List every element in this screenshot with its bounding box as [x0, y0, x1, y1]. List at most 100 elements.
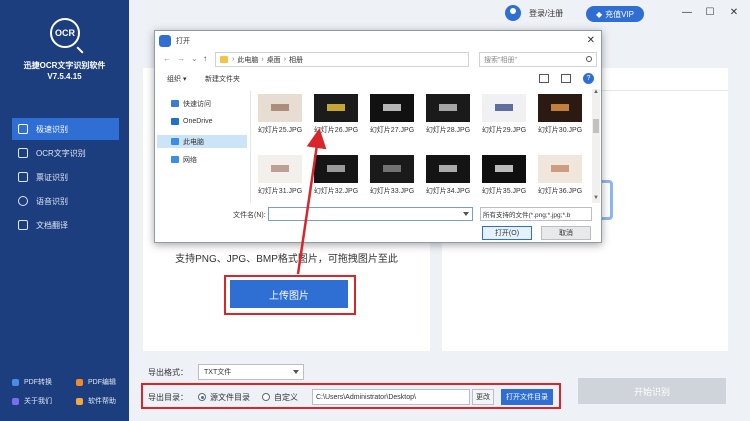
- file-name: 幻灯片25.JPG: [257, 127, 303, 134]
- nav-network[interactable]: 网络: [157, 153, 247, 166]
- file-item[interactable]: 幻灯片33.JPG: [367, 151, 417, 199]
- crumb-separator: ›: [261, 56, 264, 63]
- file-name: 幻灯片30.JPG: [537, 127, 583, 134]
- help-link[interactable]: 软件帮助: [76, 396, 116, 406]
- export-format-select[interactable]: TXT文件: [198, 364, 304, 380]
- dialog-open-button[interactable]: 打开(O): [482, 226, 532, 240]
- file-item[interactable]: 幻灯片32.JPG: [311, 151, 361, 199]
- maximize-button[interactable]: ☐: [705, 8, 715, 18]
- file-item[interactable]: 幻灯片34.JPG: [423, 151, 473, 199]
- export-format-label: 导出格式：: [148, 368, 188, 377]
- search-placeholder: 搜索"相册": [484, 56, 517, 64]
- thumbnail-detail: [495, 164, 513, 172]
- sidebar-item-ticket[interactable]: 票证识别: [12, 166, 119, 188]
- dialog-close-button[interactable]: ✕: [587, 35, 595, 46]
- help-icon[interactable]: ?: [583, 73, 594, 84]
- file-item[interactable]: 幻灯片36.JPG: [535, 151, 585, 199]
- dialog-titlebar[interactable]: 打开 ✕: [155, 31, 601, 51]
- image-thumbnail: [370, 94, 414, 122]
- info-icon: [12, 397, 19, 405]
- new-folder-button[interactable]: 新建文件夹: [205, 74, 240, 84]
- file-name: 幻灯片34.JPG: [425, 188, 471, 195]
- radio-custom-label[interactable]: 自定义: [274, 392, 298, 403]
- thumbnail-detail: [271, 103, 289, 111]
- sidebar-item-fast-ocr[interactable]: 极速识别: [12, 118, 119, 140]
- breadcrumb-this-pc[interactable]: 此电脑: [237, 55, 258, 65]
- nav-quick-access[interactable]: 快速访问: [157, 97, 247, 110]
- nav-this-pc[interactable]: 此电脑: [157, 135, 247, 148]
- file-item[interactable]: 幻灯片30.JPG: [535, 91, 585, 138]
- vip-button[interactable]: ◆ 充值VIP: [586, 6, 644, 22]
- organize-menu[interactable]: 组织 ▾: [167, 74, 186, 84]
- sidebar-item-label: 极速识别: [36, 124, 68, 134]
- address-bar[interactable]: › 此电脑 › 桌面 › 相册: [215, 52, 469, 67]
- radio-custom-dir[interactable]: [262, 393, 270, 401]
- file-item[interactable]: 幻灯片26.JPG: [311, 91, 361, 138]
- image-thumbnail: [314, 155, 358, 183]
- chevron-down-icon[interactable]: ⌄: [191, 54, 198, 63]
- file-name: 幻灯片28.JPG: [425, 127, 471, 134]
- sidebar-item-translate[interactable]: 文档翻译: [12, 214, 119, 236]
- minimize-button[interactable]: —: [682, 8, 692, 18]
- pdf-convert-link[interactable]: PDF转换: [12, 377, 52, 387]
- filetype-select[interactable]: 所有支持的文件(*.png;*.jpg;*.b: [480, 207, 592, 221]
- nav-divider: [250, 91, 251, 203]
- image-thumbnail: [426, 155, 470, 183]
- preview-pane-icon[interactable]: [561, 74, 571, 83]
- thumbnail-detail: [327, 164, 345, 172]
- sidebar-item-ocr-text[interactable]: OCR文字识别: [12, 142, 119, 164]
- file-item[interactable]: 幻灯片27.JPG: [367, 91, 417, 138]
- image-thumbnail: [314, 94, 358, 122]
- file-grid: 幻灯片25.JPG 幻灯片26.JPG 幻灯片27.JPG 幻灯片28.JPG 幻灯片2…: [255, 91, 591, 203]
- chevron-down-icon: [293, 370, 299, 374]
- radio-source-label[interactable]: 源文件目录: [210, 392, 250, 403]
- change-dir-button[interactable]: 更改: [472, 389, 494, 405]
- file-item[interactable]: 幻灯片29.JPG: [479, 91, 529, 138]
- thumbnail-detail: [439, 164, 457, 172]
- diamond-icon: ◆: [595, 9, 603, 19]
- scroll-up-icon[interactable]: ▲: [592, 89, 600, 97]
- pdf-edit-link[interactable]: PDF编辑: [76, 377, 116, 387]
- login-area[interactable]: 登录/注册: [505, 5, 563, 21]
- dialog-search-input[interactable]: 搜索"相册": [479, 52, 597, 67]
- user-icon: [505, 5, 521, 21]
- breadcrumb-desktop[interactable]: 桌面: [267, 55, 281, 65]
- image-thumbnail: [538, 94, 582, 122]
- forward-arrow-icon[interactable]: →: [177, 54, 185, 63]
- chevron-down-icon[interactable]: [463, 212, 469, 216]
- filename-label: 文件名(N):: [233, 212, 266, 219]
- upload-button[interactable]: 上传图片: [230, 280, 348, 308]
- sidebar-item-label: 语音识别: [36, 196, 68, 206]
- sidebar-item-voice[interactable]: 语音识别: [12, 190, 119, 212]
- file-item[interactable]: 幻灯片28.JPG: [423, 91, 473, 138]
- breadcrumb-album[interactable]: 相册: [289, 55, 303, 65]
- open-dir-button[interactable]: 打开文件目录: [501, 389, 553, 405]
- file-name: 幻灯片36.JPG: [537, 188, 583, 195]
- about-us-link[interactable]: 关于我们: [12, 396, 52, 406]
- file-name: 幻灯片29.JPG: [481, 127, 527, 134]
- close-button[interactable]: ✕: [729, 8, 739, 18]
- pdf-convert-icon: [12, 378, 19, 386]
- view-options-icon[interactable]: [539, 74, 549, 83]
- back-arrow-icon[interactable]: ←: [163, 54, 171, 63]
- file-grid-scrollbar[interactable]: ▲ ▼: [592, 89, 600, 203]
- computer-icon: [171, 138, 179, 145]
- scroll-down-icon[interactable]: ▼: [592, 195, 600, 203]
- export-path-input[interactable]: C:\Users\Administrator\Desktop\: [312, 389, 470, 405]
- support-text: 支持PNG、JPG、BMP格式图片，可拖拽图片至此: [175, 254, 398, 265]
- file-item[interactable]: 幻灯片31.JPG: [255, 151, 305, 199]
- up-arrow-icon[interactable]: ↑: [203, 54, 207, 63]
- radio-source-dir[interactable]: [198, 393, 206, 401]
- translate-icon: [18, 220, 28, 230]
- scrollbar-thumb[interactable]: [593, 119, 599, 133]
- sidebar: OCR 迅捷OCR文字识别软件 V7.5.4.15 极速识别 OCR文字识别 票…: [0, 0, 129, 421]
- filename-input[interactable]: [268, 207, 473, 221]
- dialog-cancel-button[interactable]: 取消: [541, 226, 591, 240]
- file-item[interactable]: 幻灯片25.JPG: [255, 91, 305, 138]
- login-link[interactable]: 登录/注册: [529, 8, 563, 19]
- file-item[interactable]: 幻灯片35.JPG: [479, 151, 529, 199]
- help-icon: [76, 397, 83, 405]
- nav-onedrive[interactable]: OneDrive: [157, 115, 247, 128]
- start-recognition-button[interactable]: 开始识别: [578, 378, 726, 404]
- dialog-toolbar: 组织 ▾ 新建文件夹 ?: [155, 71, 601, 87]
